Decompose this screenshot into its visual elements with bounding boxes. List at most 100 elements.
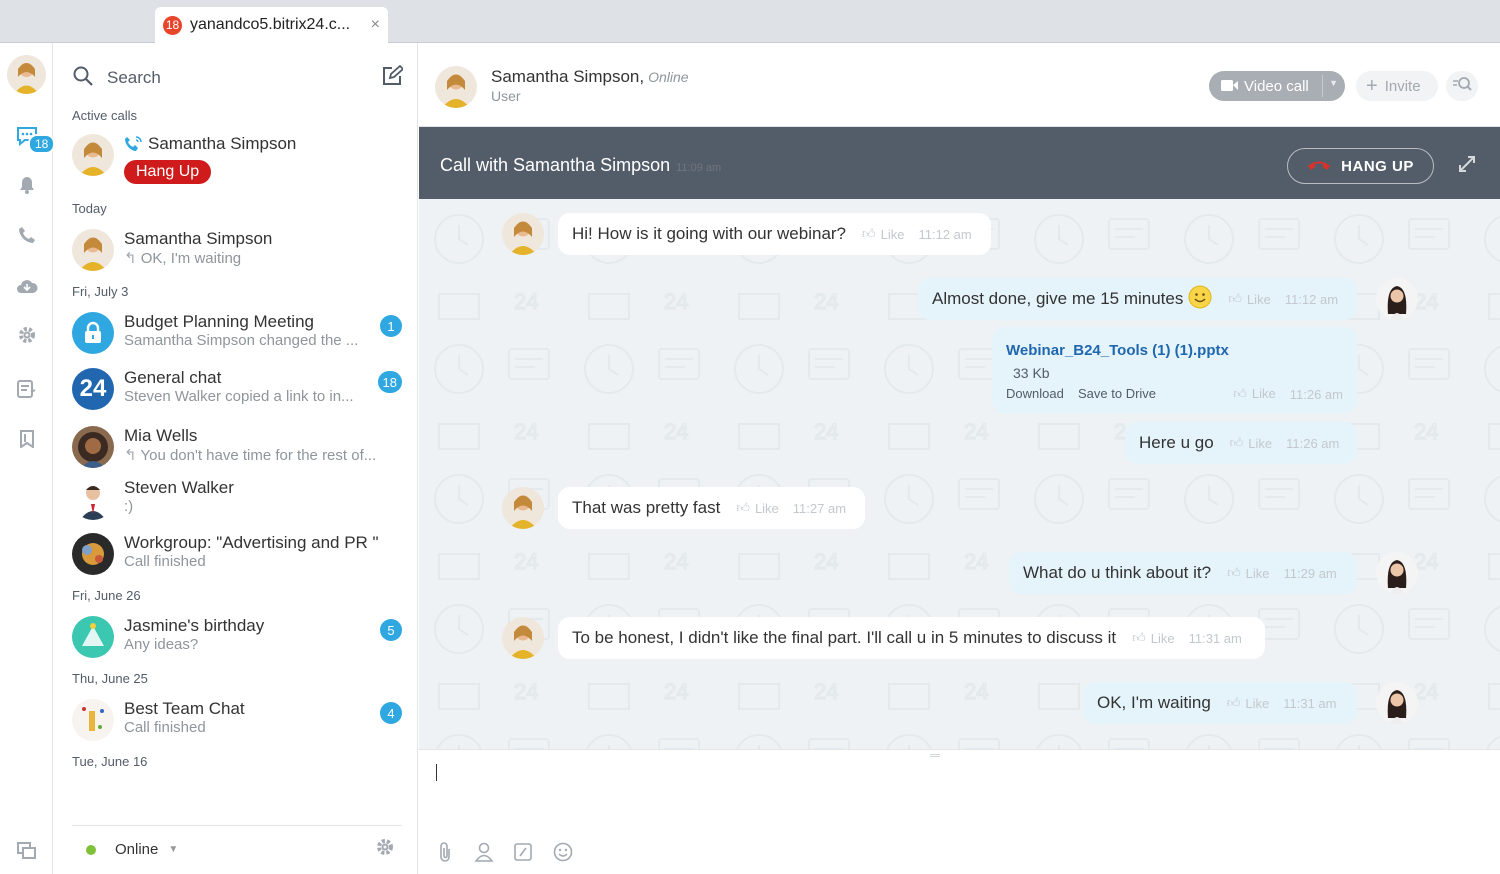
message-composer[interactable] bbox=[419, 749, 1500, 874]
online-status-dot bbox=[86, 844, 96, 855]
message-text: Hi! How is it going with our webinar? bbox=[572, 224, 847, 243]
tab-close-icon[interactable]: × bbox=[371, 16, 380, 34]
expand-icon[interactable] bbox=[1459, 156, 1475, 177]
avatar bbox=[72, 229, 114, 271]
like-button[interactable]: 👍︎ Like bbox=[1132, 630, 1174, 646]
message-bubble-incoming: That was pretty fast 👍︎ Like 11:27 am bbox=[558, 487, 865, 529]
like-button[interactable]: 👍︎ Like bbox=[1230, 435, 1272, 451]
thumbs-up-icon: 👍︎ bbox=[736, 500, 750, 515]
like-button[interactable]: 👍︎ Like bbox=[1233, 386, 1275, 402]
lock-icon bbox=[72, 312, 114, 354]
active-call-item[interactable]: Samantha Simpson Hang Up bbox=[72, 132, 402, 190]
like-button[interactable]: 👍︎ Like bbox=[1227, 695, 1269, 711]
message-time: 11:12 am bbox=[1284, 291, 1339, 307]
smiley-emoji-icon bbox=[1188, 285, 1212, 314]
my-avatar[interactable] bbox=[1376, 278, 1418, 320]
smiley-icon[interactable] bbox=[552, 841, 574, 863]
avatar bbox=[72, 616, 114, 658]
tasks-icon[interactable] bbox=[16, 378, 38, 400]
browser-tabstrip: 18 yanandco5.bitrix24.c... × bbox=[0, 0, 1500, 43]
thumbs-up-icon: 👍︎ bbox=[1228, 291, 1242, 306]
slash-command-icon[interactable] bbox=[512, 841, 534, 863]
like-button[interactable]: 👍︎ Like bbox=[1227, 565, 1269, 581]
sender-avatar[interactable] bbox=[502, 617, 544, 659]
list-item[interactable]: Jasmine's birthday Any ideas? 5 bbox=[72, 614, 402, 662]
hang-up-call-button[interactable]: HANG UP bbox=[1287, 148, 1434, 184]
message-time: 11:26 am bbox=[1286, 435, 1340, 451]
message-text: Here u go bbox=[1139, 433, 1214, 452]
settings-gear-icon[interactable] bbox=[16, 324, 38, 346]
avatar bbox=[72, 134, 114, 176]
message-time: 11:31 am bbox=[1283, 695, 1337, 711]
section-tue-june-16: Tue, June 16 bbox=[72, 754, 148, 769]
windows-icon[interactable] bbox=[16, 840, 38, 862]
new-chat-icon[interactable] bbox=[381, 64, 405, 92]
like-button[interactable]: 👍︎ Like bbox=[736, 500, 778, 516]
list-item[interactable]: Best Team Chat Call finished 4 bbox=[72, 697, 402, 745]
plus-icon: + bbox=[1366, 75, 1378, 97]
chat-last-message: Samantha Simpson changed the ... bbox=[124, 332, 359, 349]
save-to-drive-link[interactable]: Save to Drive bbox=[1078, 386, 1156, 401]
search-icon bbox=[73, 66, 93, 91]
my-avatar[interactable] bbox=[1376, 552, 1418, 594]
section-fri-june-26: Fri, June 26 bbox=[72, 588, 141, 603]
bitrix24-logo: 24 bbox=[72, 368, 114, 410]
user-mention-icon[interactable] bbox=[473, 841, 495, 863]
thumbs-up-icon: 👍︎ bbox=[1229, 435, 1244, 450]
paperclip-icon[interactable] bbox=[434, 841, 456, 863]
avatar[interactable] bbox=[435, 66, 477, 108]
search-input[interactable]: Search bbox=[107, 68, 381, 88]
list-item[interactable]: Samantha Simpson ↰ OK, I'm waiting bbox=[72, 227, 402, 275]
user-avatar[interactable] bbox=[7, 55, 46, 94]
message-bubble-outgoing: Almost done, give me 15 minutes 👍︎ Like 11… bbox=[918, 278, 1357, 320]
browser-tab[interactable]: 18 yanandco5.bitrix24.c... × bbox=[155, 7, 388, 43]
like-button[interactable]: 👍︎ Like bbox=[1228, 291, 1270, 307]
thumbs-up-icon: 👍︎ bbox=[1227, 565, 1241, 580]
phone-icon[interactable] bbox=[16, 224, 38, 246]
message-time: 11:27 am bbox=[792, 500, 847, 516]
video-call-button[interactable]: Video call ▼ bbox=[1209, 71, 1345, 101]
message-time: 11:29 am bbox=[1283, 565, 1337, 581]
bell-icon[interactable] bbox=[16, 174, 38, 196]
chevron-down-icon[interactable]: ▼ bbox=[1329, 78, 1338, 88]
list-item[interactable]: Steven Walker :) bbox=[72, 476, 402, 524]
chat-header: Samantha Simpson, Online User Video call … bbox=[419, 43, 1500, 127]
resize-handle[interactable] bbox=[930, 754, 940, 757]
active-call-name: Samantha Simpson bbox=[148, 134, 297, 153]
hang-up-button[interactable]: Hang Up bbox=[124, 160, 212, 184]
list-item[interactable]: 24 General chat Steven Walker copied a l… bbox=[72, 366, 402, 414]
status-bar: Online ▼ bbox=[72, 825, 402, 873]
chat-name: Samantha Simpson bbox=[124, 229, 273, 248]
chat-last-message: ↰ You don't have time for the rest of... bbox=[124, 447, 377, 464]
chat-role: User bbox=[491, 88, 521, 104]
active-call-phone-icon bbox=[124, 135, 144, 157]
chevron-down-icon[interactable]: ▼ bbox=[168, 844, 376, 855]
unread-counter: 5 bbox=[380, 619, 402, 641]
chat-name: Mia Wells bbox=[124, 426, 198, 445]
chat-name: Jasmine's birthday bbox=[124, 616, 265, 635]
download-link[interactable]: Download bbox=[1006, 386, 1064, 401]
cloud-disk-icon[interactable] bbox=[16, 275, 38, 297]
chat-title[interactable]: Samantha Simpson, Online bbox=[491, 67, 689, 87]
sender-avatar[interactable] bbox=[502, 487, 544, 529]
list-item[interactable]: Budget Planning Meeting Samantha Simpson… bbox=[72, 310, 402, 358]
chat-last-message: Any ideas? bbox=[124, 636, 199, 653]
search-bar[interactable]: Search bbox=[73, 63, 405, 93]
my-avatar[interactable] bbox=[1376, 682, 1418, 724]
list-item[interactable]: Mia Wells ↰ You don't have time for the … bbox=[72, 424, 402, 472]
reply-arrow-icon: ↰ bbox=[124, 447, 141, 464]
invite-button[interactable]: + Invite bbox=[1356, 71, 1438, 101]
status-selector[interactable]: Online bbox=[115, 841, 158, 858]
like-button[interactable]: 👍︎ Like bbox=[862, 226, 904, 242]
list-item[interactable]: Workgroup: "Advertising and PR " Call fi… bbox=[72, 531, 402, 579]
chat-panel: Samantha Simpson, Online User Video call … bbox=[419, 43, 1500, 874]
camera-icon bbox=[1221, 78, 1238, 95]
file-name-link[interactable]: Webinar_B24_Tools (1) (1).pptx bbox=[1006, 342, 1229, 359]
bookmark-icon[interactable] bbox=[16, 428, 38, 450]
search-history-button[interactable] bbox=[1446, 71, 1478, 101]
sender-avatar[interactable] bbox=[502, 213, 544, 255]
message-time: 11:31 am bbox=[1188, 630, 1242, 646]
settings-gear-icon[interactable] bbox=[376, 838, 394, 861]
message-bubble-outgoing: OK, I'm waiting 👍︎ Like 11:31 am bbox=[1083, 682, 1357, 724]
thumbs-up-icon: 👍︎ bbox=[1233, 386, 1247, 401]
